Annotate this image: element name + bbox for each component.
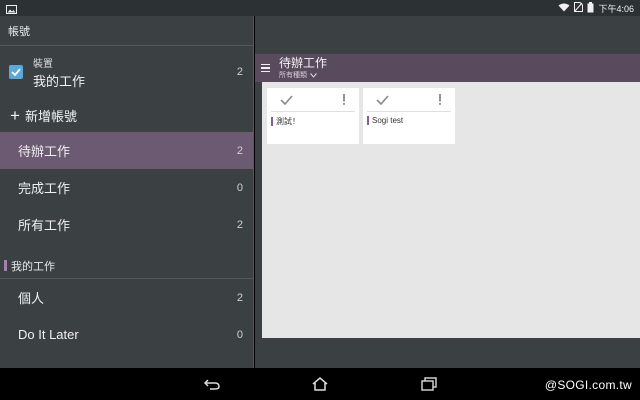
category-dropdown-label: 所有種類 xyxy=(279,72,307,79)
filter-label: 完成工作 xyxy=(18,181,71,196)
add-account-label: 新增帳號 xyxy=(24,108,77,124)
category-dropdown[interactable]: 所有種類 xyxy=(279,70,327,80)
gallery-icon xyxy=(6,0,17,18)
filter-pending[interactable]: 待辦工作 2 xyxy=(0,132,253,169)
account-type: 裝置 xyxy=(33,58,53,70)
list-item-do-it-later[interactable]: Do It Later 0 xyxy=(0,316,253,353)
filter-label: 所有工作 xyxy=(18,218,71,233)
back-icon[interactable] xyxy=(203,376,221,392)
list-item-label: Do It Later xyxy=(18,327,79,342)
filter-count: 2 xyxy=(236,144,243,157)
watermark: @SOGI.com.tw xyxy=(544,378,632,392)
account-count: 2 xyxy=(236,66,243,78)
status-bar: 下午4:06 xyxy=(0,0,640,16)
battery-icon xyxy=(587,1,594,15)
task-title: 測試！ xyxy=(276,117,300,126)
sim-off-icon xyxy=(574,2,584,14)
system-nav-bar: @SOGI.com.tw xyxy=(0,368,640,400)
priority-icon[interactable] xyxy=(342,90,346,109)
chevron-down-icon xyxy=(310,72,317,78)
add-account-button[interactable]: + 新增帳號 xyxy=(0,98,253,132)
list-item-personal[interactable]: 個人 2 xyxy=(0,279,253,316)
list-item-count: 2 xyxy=(236,291,243,304)
task-pane: 待辦工作 所有種類 測試！ Sogi test xyxy=(255,16,640,368)
wifi-icon xyxy=(558,3,570,14)
task-card[interactable]: Sogi test xyxy=(363,88,455,144)
complete-check-icon[interactable] xyxy=(280,90,293,109)
task-card[interactable]: 測試！ xyxy=(267,88,359,144)
category-marker xyxy=(271,117,273,126)
list-item-label: 個人 xyxy=(18,291,45,306)
filter-count: 2 xyxy=(236,218,243,231)
list-title: 待辦工作 xyxy=(279,56,328,70)
filter-all[interactable]: 所有工作 2 xyxy=(0,206,253,243)
accounts-header: 帳號 xyxy=(0,16,253,46)
account-checkbox[interactable] xyxy=(9,65,23,79)
list-group-label: 我的工作 xyxy=(11,260,55,273)
plus-icon: + xyxy=(10,105,20,125)
filter-count: 0 xyxy=(236,181,243,194)
check-icon xyxy=(11,68,21,76)
home-icon[interactable] xyxy=(311,376,329,392)
filter-completed[interactable]: 完成工作 0 xyxy=(0,169,253,206)
filter-label: 待辦工作 xyxy=(18,144,71,159)
recent-apps-icon[interactable] xyxy=(420,376,438,392)
menu-icon[interactable] xyxy=(261,63,270,73)
complete-check-icon[interactable] xyxy=(376,90,389,109)
status-time: 下午4:06 xyxy=(598,3,634,14)
category-marker xyxy=(367,116,369,125)
priority-icon[interactable] xyxy=(438,90,442,109)
list-item-count: 0 xyxy=(236,328,243,341)
task-title: Sogi test xyxy=(372,116,404,125)
task-board: 測試！ Sogi test xyxy=(262,82,640,338)
navigation-drawer: 帳號 裝置 我的工作 2 + 新增帳號 待辦工作 2 完成工作 0 所有工作 2… xyxy=(0,16,254,368)
account-row[interactable]: 裝置 我的工作 2 xyxy=(0,46,253,98)
list-group-header: 我的工作 xyxy=(0,253,253,279)
account-name: 我的工作 xyxy=(33,73,86,89)
list-toolbar: 待辦工作 所有種類 xyxy=(255,54,640,82)
list-color-marker xyxy=(4,260,7,271)
